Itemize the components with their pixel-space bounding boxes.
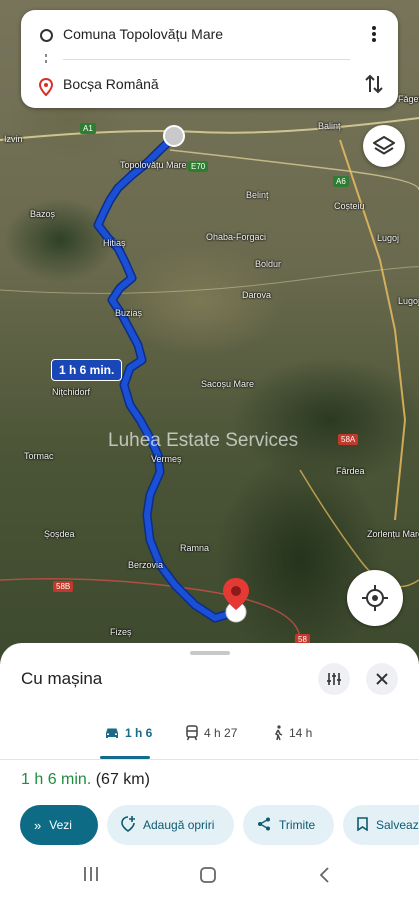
place-label: Belinț <box>246 190 269 200</box>
add-location-icon <box>121 815 135 835</box>
share-label: Trimite <box>279 818 316 832</box>
route-summary: 1 h 6 min. (67 km) <box>21 771 150 789</box>
destination-field[interactable]: Bocșa Română <box>21 60 398 108</box>
place-label: Hitiaș <box>103 238 126 248</box>
swap-icon[interactable] <box>364 72 384 96</box>
more-options-icon[interactable] <box>368 24 380 44</box>
walk-icon <box>274 725 283 741</box>
tab-transit[interactable]: 4 h 27 <box>185 721 237 745</box>
save-button[interactable]: Salvează <box>343 805 419 845</box>
home-icon[interactable] <box>199 866 217 884</box>
sheet-drag-handle[interactable] <box>190 651 230 655</box>
place-label: Lugoj <box>377 233 400 243</box>
train-icon <box>186 725 198 741</box>
crosshair-icon <box>362 585 388 611</box>
place-label: Fizeș <box>110 627 132 637</box>
place-label: Făget <box>398 94 419 104</box>
share-button[interactable]: Trimite <box>243 805 334 845</box>
road-badge: A6 <box>333 176 349 187</box>
destination-pin-small-icon <box>39 78 53 96</box>
place-label: Nițchidorf <box>52 387 91 397</box>
place-label: Lugoj <box>398 296 419 306</box>
place-label: Ramna <box>180 543 210 553</box>
bookmark-icon <box>357 816 368 834</box>
place-label: Darova <box>242 290 272 300</box>
tab-walk-label: 14 h <box>289 726 313 740</box>
place-label: Ohaba-Forgaci <box>206 232 267 242</box>
place-label: Zorlențu Mare <box>367 529 419 539</box>
road-badge: A1 <box>80 123 96 134</box>
place-label: Bazoș <box>30 209 56 219</box>
place-label: Fârdea <box>336 466 365 476</box>
close-icon <box>376 673 388 685</box>
tab-drive-label: 1 h 6 <box>125 726 153 740</box>
origin-text: Comuna Topolovățu Mare <box>63 26 224 42</box>
layers-button[interactable] <box>363 125 405 167</box>
summary-distance: (67 km) <box>95 771 150 788</box>
place-label: Șoșdea <box>44 529 75 539</box>
origin-circle-icon <box>40 29 53 42</box>
road-badge: 58A <box>338 434 359 445</box>
close-button[interactable] <box>366 663 398 695</box>
place-label: Coșteiu <box>334 201 365 211</box>
destination-pin-icon[interactable] <box>221 576 251 624</box>
tune-icon <box>327 673 341 685</box>
place-label: Vermeș <box>151 454 182 464</box>
place-label: Boldur <box>255 259 282 269</box>
start-label: Vezi <box>49 818 72 832</box>
destination-text: Bocșa Română <box>63 76 159 92</box>
place-label: Berzovia <box>128 560 164 570</box>
place-label: Topolovățu Mare <box>120 160 187 170</box>
summary-time: 1 h 6 min. <box>21 771 92 788</box>
back-icon[interactable] <box>318 866 330 884</box>
tab-walk[interactable]: 14 h <box>272 721 312 745</box>
recent-apps-icon[interactable] <box>82 866 100 882</box>
start-button[interactable]: » Vezi <box>20 805 98 845</box>
share-icon <box>257 817 271 834</box>
origin-field[interactable]: Comuna Topolovățu Mare <box>21 10 398 58</box>
double-chevron-icon: » <box>34 817 42 833</box>
sheet-title: Cu mașina <box>21 669 103 688</box>
road-badge: E70 <box>188 161 209 172</box>
sheet-divider <box>0 759 419 760</box>
watermark: Luhea Estate Services <box>108 430 299 451</box>
save-label: Salvează <box>376 818 419 832</box>
add-stops-label: Adaugă opriri <box>143 818 215 832</box>
place-label: Tormac <box>24 451 54 461</box>
tab-drive[interactable]: 1 h 6 <box>104 721 152 745</box>
layers-icon <box>373 136 395 155</box>
route-duration-label[interactable]: 1 h 6 min. <box>51 359 123 381</box>
tab-transit-label: 4 h 27 <box>204 726 238 740</box>
my-location-button[interactable] <box>347 570 403 626</box>
car-icon <box>106 728 118 738</box>
add-stops-button[interactable]: Adaugă opriri <box>107 805 234 845</box>
route-search-card: Comuna Topolovățu Mare Bocșa Română <box>21 10 398 108</box>
road-badge: 58B <box>53 581 74 592</box>
place-label: Buziaș <box>115 308 143 318</box>
place-label: Balinț <box>318 121 341 131</box>
route-options-button[interactable] <box>318 663 350 695</box>
place-label: Sacoșu Mare <box>201 379 255 389</box>
place-label: Izvin <box>4 134 23 144</box>
system-nav-bar <box>0 850 419 900</box>
